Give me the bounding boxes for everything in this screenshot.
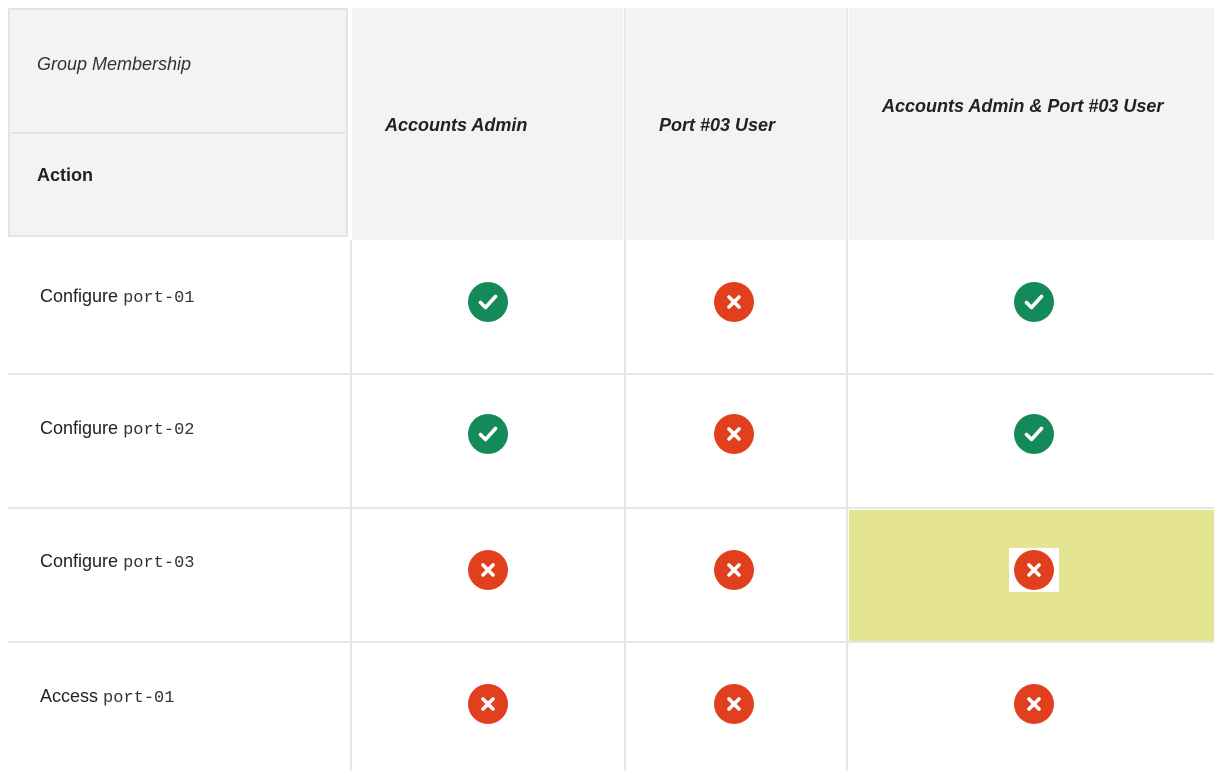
x-circle-icon bbox=[468, 684, 508, 724]
x-circle-icon bbox=[1014, 684, 1054, 724]
check-circle-icon bbox=[1014, 282, 1054, 322]
row-divider bbox=[8, 373, 1214, 375]
x-circle-icon bbox=[714, 282, 754, 322]
group-membership-label: Group Membership bbox=[37, 54, 192, 74]
column-divider bbox=[350, 240, 352, 771]
row-divider bbox=[8, 641, 1214, 643]
column-header-both: Accounts Admin & Port #03 User bbox=[882, 96, 1164, 116]
row-action-text: Access bbox=[40, 686, 99, 706]
row-port-code: port-01 bbox=[123, 289, 195, 308]
row-action-text: Configure bbox=[40, 418, 119, 438]
row-label: Configure port-03 bbox=[40, 551, 194, 573]
row-action-text: Configure bbox=[40, 551, 119, 571]
x-circle-icon bbox=[468, 550, 508, 590]
x-circle-icon bbox=[714, 550, 754, 590]
x-circle-icon bbox=[1014, 550, 1054, 590]
row-port-code: port-02 bbox=[123, 421, 195, 440]
column-header-port03-user: Port #03 User bbox=[659, 115, 776, 135]
row-divider bbox=[8, 507, 1214, 509]
header-corner-cell bbox=[8, 8, 348, 237]
check-circle-icon bbox=[468, 414, 508, 454]
row-port-code: port-01 bbox=[103, 689, 175, 708]
header-bg-col3 bbox=[849, 8, 1214, 240]
corner-divider bbox=[10, 132, 346, 134]
column-divider bbox=[846, 8, 848, 771]
check-circle-icon bbox=[1014, 414, 1054, 454]
x-circle-icon bbox=[714, 414, 754, 454]
row-action-text: Configure bbox=[40, 286, 119, 306]
column-divider bbox=[624, 8, 626, 771]
check-circle-icon bbox=[468, 282, 508, 322]
row-label: Access port-01 bbox=[40, 686, 174, 708]
column-header-accounts-admin: Accounts Admin bbox=[385, 115, 528, 135]
permissions-table: Group Membership Action Accounts Admin P… bbox=[0, 0, 1214, 771]
action-label: Action bbox=[37, 165, 93, 185]
x-circle-icon bbox=[714, 684, 754, 724]
row-label: Configure port-01 bbox=[40, 286, 194, 308]
row-label: Configure port-02 bbox=[40, 418, 194, 440]
row-port-code: port-03 bbox=[123, 554, 195, 573]
